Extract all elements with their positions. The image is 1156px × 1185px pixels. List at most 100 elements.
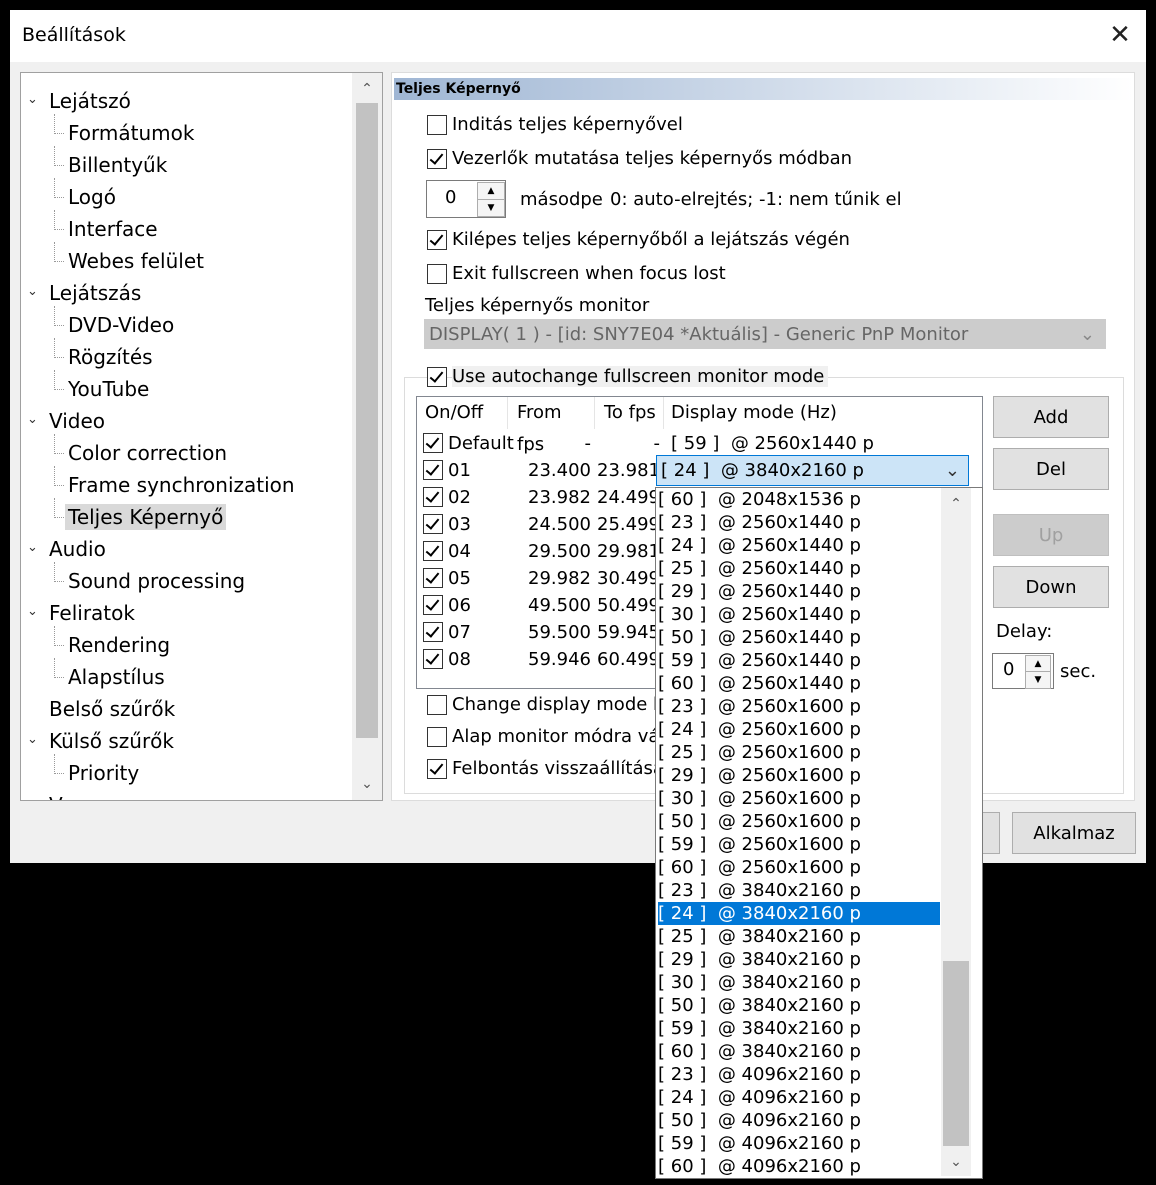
tree-item[interactable]: Rögzítés	[65, 344, 156, 370]
display-mode-dropdown[interactable]: [ 60 ] @ 2048x1536 p[ 23 ] @ 2560x1440 p…	[655, 487, 983, 1179]
tree-item[interactable]: YouTube	[65, 376, 152, 402]
dropdown-option[interactable]: [ 60 ] @ 2560x1440 p	[658, 672, 940, 695]
delay-spinner[interactable]: 0 ▲ ▼	[992, 653, 1054, 689]
dropdown-option[interactable]: [ 50 ] @ 3840x2160 p	[658, 994, 940, 1017]
row-enabled-checkbox[interactable]	[423, 433, 443, 453]
row-enabled-checkbox[interactable]	[423, 487, 443, 507]
tree-item[interactable]: Billentyűk	[65, 152, 170, 178]
tree-item[interactable]: Teljes Képernyő	[65, 504, 227, 530]
tree-item[interactable]: Video	[46, 408, 108, 434]
exit-focus-lost-checkbox[interactable]	[427, 264, 447, 284]
col-display-mode[interactable]: Display mode (Hz)	[665, 397, 982, 429]
dropdown-option[interactable]: [ 60 ] @ 4096x2160 p	[658, 1155, 940, 1178]
dropdown-option[interactable]: [ 24 ] @ 3840x2160 p	[658, 902, 940, 925]
dropdown-option[interactable]: [ 50 ] @ 4096x2160 p	[658, 1109, 940, 1132]
spin-down-icon[interactable]: ▼	[477, 199, 505, 217]
dropdown-option[interactable]: [ 29 ] @ 2560x1600 p	[658, 764, 940, 787]
scroll-down-icon[interactable]: ⌄	[352, 770, 382, 798]
tree-item[interactable]: Formátumok	[65, 120, 197, 146]
row-enabled-checkbox[interactable]	[423, 595, 443, 615]
dropdown-option[interactable]: [ 30 ] @ 2560x1440 p	[658, 603, 940, 626]
show-controls-checkbox[interactable]	[427, 149, 447, 169]
close-icon[interactable]: ✕	[1104, 20, 1136, 52]
seconds-spinner[interactable]: 0 ▲ ▼	[426, 180, 506, 218]
table-row[interactable]: Default - -[ 59 ] @ 2560x1440 p	[417, 430, 982, 457]
tree-item[interactable]: Feliratok	[46, 600, 138, 626]
monitor-select[interactable]: DISPLAY( 1 ) - [id: SNY7E04 *Aktuális] -…	[424, 319, 1106, 349]
dropdown-option[interactable]: [ 24 ] @ 2560x1440 p	[658, 534, 940, 557]
tree-item[interactable]: Lejátszás	[46, 280, 144, 306]
tree-scroll-thumb[interactable]	[356, 103, 378, 738]
tree-item[interactable]: Frame synchronization	[65, 472, 298, 498]
dropdown-option[interactable]: [ 23 ] @ 3840x2160 p	[658, 879, 940, 902]
tree-item[interactable]: DVD-Video	[65, 312, 177, 338]
dropdown-option[interactable]: [ 23 ] @ 2560x1440 p	[658, 511, 940, 534]
default-monitor-checkbox[interactable]	[427, 727, 447, 747]
tree-item[interactable]: Audio	[46, 536, 109, 562]
dropdown-scrollbar[interactable]: ⌃ ⌄	[941, 488, 971, 1176]
tree-item[interactable]: Logó	[65, 184, 119, 210]
dropdown-option[interactable]: [ 23 ] @ 4096x2160 p	[658, 1063, 940, 1086]
tree-item[interactable]: Priority	[65, 760, 142, 786]
tree-item[interactable]: Interface	[65, 216, 161, 242]
col-onoff[interactable]: On/Off	[417, 397, 508, 429]
expand-chevron-icon[interactable]: ⌄	[27, 412, 39, 427]
col-to-fps[interactable]: To fps	[596, 397, 664, 429]
dropdown-option[interactable]: [ 59 ] @ 2560x1600 p	[658, 833, 940, 856]
row-enabled-checkbox[interactable]	[423, 514, 443, 534]
dropdown-option[interactable]: [ 60 ] @ 2048x1536 p	[658, 488, 940, 511]
down-button[interactable]: Down	[993, 566, 1109, 608]
restore-res-checkbox[interactable]	[427, 759, 447, 779]
col-from-fps[interactable]: From fps	[509, 397, 595, 455]
dropdown-option[interactable]: [ 29 ] @ 3840x2160 p	[658, 948, 940, 971]
del-button[interactable]: Del	[993, 448, 1109, 490]
row-enabled-checkbox[interactable]	[423, 622, 443, 642]
scroll-up-icon[interactable]: ⌃	[352, 75, 382, 103]
change-before-checkbox[interactable]	[427, 695, 447, 715]
delay-down-icon[interactable]: ▼	[1025, 671, 1051, 689]
dropdown-option[interactable]: [ 25 ] @ 3840x2160 p	[658, 925, 940, 948]
dropdown-option[interactable]: [ 29 ] @ 2560x1440 p	[658, 580, 940, 603]
tree-item[interactable]: Sound processing	[65, 568, 248, 594]
dropdown-scroll-thumb[interactable]	[943, 961, 969, 1146]
tree-item[interactable]: Vegyes	[46, 792, 124, 800]
dropdown-option[interactable]: [ 50 ] @ 2560x1600 p	[658, 810, 940, 833]
dropdown-option[interactable]: [ 25 ] @ 2560x1440 p	[658, 557, 940, 580]
expand-chevron-icon[interactable]: ⌄	[27, 540, 39, 555]
dropdown-option[interactable]: [ 30 ] @ 3840x2160 p	[658, 971, 940, 994]
dropdown-option[interactable]: [ 60 ] @ 3840x2160 p	[658, 1040, 940, 1063]
dropdown-option[interactable]: [ 24 ] @ 4096x2160 p	[658, 1086, 940, 1109]
scroll-down-icon[interactable]: ⌄	[941, 1148, 971, 1176]
spin-up-icon[interactable]: ▲	[477, 182, 505, 200]
row-enabled-checkbox[interactable]	[423, 568, 443, 588]
autochange-checkbox[interactable]	[427, 367, 447, 387]
dropdown-option[interactable]: [ 59 ] @ 3840x2160 p	[658, 1017, 940, 1040]
dropdown-option[interactable]: [ 24 ] @ 2560x1600 p	[658, 718, 940, 741]
row-enabled-checkbox[interactable]	[423, 541, 443, 561]
scroll-up-icon[interactable]: ⌃	[941, 490, 971, 518]
expand-chevron-icon[interactable]: ⌄	[27, 732, 39, 747]
tree-item[interactable]: Color correction	[65, 440, 230, 466]
dropdown-option[interactable]: [ 30 ] @ 2560x1600 p	[658, 787, 940, 810]
dropdown-option[interactable]: [ 25 ] @ 2560x1600 p	[658, 741, 940, 764]
row-enabled-checkbox[interactable]	[423, 649, 443, 669]
expand-chevron-icon[interactable]: ⌄	[27, 284, 39, 299]
tree-item[interactable]: Belső szűrők	[46, 696, 178, 722]
tree-item[interactable]: Rendering	[65, 632, 173, 658]
exit-at-end-checkbox[interactable]	[427, 230, 447, 250]
expand-chevron-icon[interactable]: ⌄	[27, 92, 39, 107]
dropdown-option[interactable]: [ 59 ] @ 2560x1440 p	[658, 649, 940, 672]
dropdown-option[interactable]: [ 59 ] @ 4096x2160 p	[658, 1132, 940, 1155]
dropdown-option[interactable]: [ 23 ] @ 2560x1600 p	[658, 695, 940, 718]
display-mode-combo[interactable]: [ 24 ] @ 3840x2160 p ⌄	[656, 455, 969, 486]
apply-button[interactable]: Alkalmaz	[1012, 812, 1136, 854]
tree-item[interactable]: Külső szűrők	[46, 728, 177, 754]
dropdown-option[interactable]: [ 50 ] @ 2560x1440 p	[658, 626, 940, 649]
tree-item[interactable]: Webes felület	[65, 248, 207, 274]
add-button[interactable]: Add	[993, 396, 1109, 438]
tree-item[interactable]: Lejátszó	[46, 88, 134, 114]
tree-item[interactable]: Alapstílus	[65, 664, 168, 690]
expand-chevron-icon[interactable]: ⌄	[27, 604, 39, 619]
dropdown-option[interactable]: [ 60 ] @ 2560x1600 p	[658, 856, 940, 879]
start-fullscreen-checkbox[interactable]	[427, 115, 447, 135]
